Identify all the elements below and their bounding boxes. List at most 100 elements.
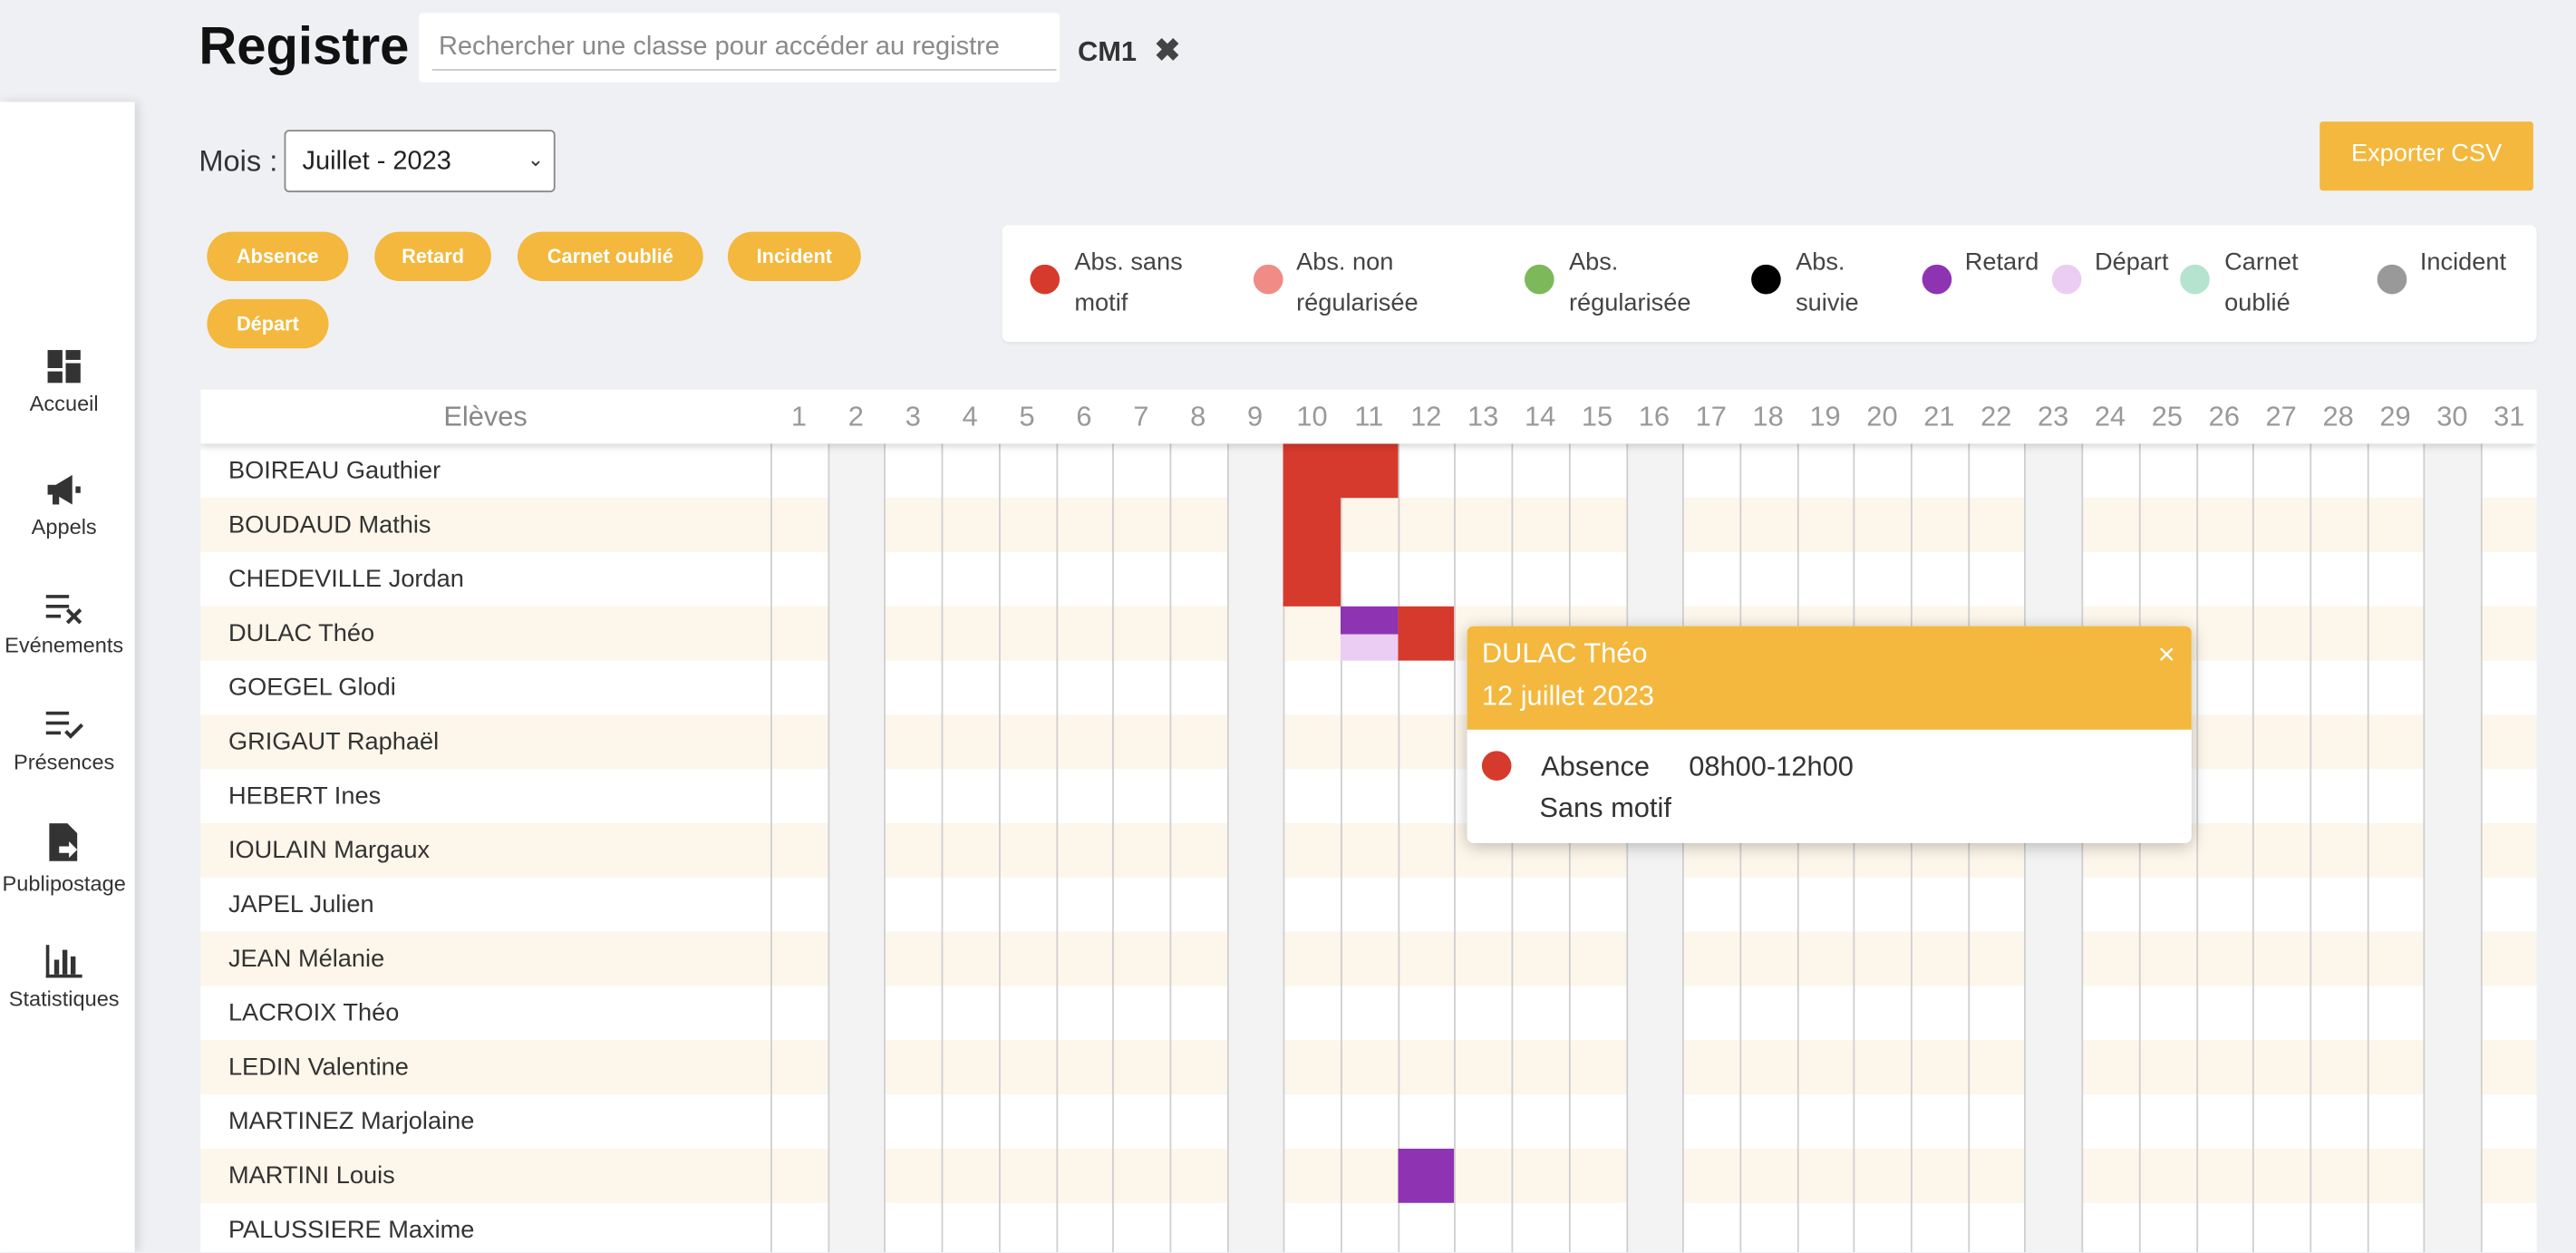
grid-line [1625,443,1628,1253]
grid-header: Elèves 1 2 3 4 5 6 7 8 9 10 11 12 13 14 15 16 17 18 19 20 21… [200,389,2537,444]
day-header: 10 [1296,401,1328,432]
table-row[interactable]: LACROIX Théo [200,986,2537,1041]
grid-line [1568,443,1571,1253]
grid-line [1112,443,1115,1253]
event-mark[interactable] [1283,443,1341,607]
day-header: 24 [2094,401,2126,432]
legend-label: régularisée [1568,289,1691,317]
grid-line [2195,443,2198,1253]
grid-line [1967,443,1970,1253]
grid-line [1341,443,1342,1253]
sidebar-item-label: Evénements [5,632,124,657]
table-row[interactable]: JEAN Mélanie [200,931,2537,986]
legend-dot [2180,264,2210,295]
grid-line [1169,443,1172,1253]
legend-dot [1030,264,1060,295]
student-name: GRIGAUT Raphaël [228,727,440,756]
event-detail-popup: DULAC Théo 12 juillet 2023 × Absence 08h… [1467,626,2192,843]
legend-label: Abs. sans [1074,248,1183,277]
grid-line [1055,443,1058,1253]
weekend-column [1226,443,1284,1253]
day-header: 6 [1076,401,1092,432]
export-csv-button[interactable]: Exporter CSV [2319,121,2533,191]
weekend-column [2024,443,2082,1253]
day-header: 9 [1247,401,1264,432]
filter-incident-button[interactable]: Incident [727,231,861,281]
grid-line [2138,443,2141,1253]
legend-label: Carnet [2224,248,2299,277]
month-label: Mois : [199,144,278,178]
filter-absence-button[interactable]: Absence [207,231,349,281]
table-row[interactable]: JAPEL Julien [200,877,2537,932]
legend-label: oublié [2224,289,2290,317]
grid-line [1226,443,1229,1253]
legend-item: Retard [1965,241,2039,282]
mail-merge-icon [49,823,78,861]
selected-class-chip: CM1 ✖ [1078,33,1180,71]
day-header: 14 [1524,401,1556,432]
event-mark[interactable] [1397,1148,1455,1203]
month-select[interactable]: Juillet - 2023 ⌄ [284,130,556,193]
table-row[interactable]: MARTINEZ Marjolaine [200,1094,2537,1149]
popup-status-dot [1481,751,1512,781]
student-name: LEDIN Valentine [228,1053,409,1082]
selected-class-label: CM1 [1078,35,1138,68]
close-icon[interactable]: × [2158,637,2175,672]
sidebar-item-statistiques[interactable]: Statistiques [0,943,128,1011]
students-column-header: Elèves [443,401,528,432]
weekend-column [827,443,885,1253]
day-header: 28 [2322,401,2354,432]
class-search-input[interactable] [431,26,1057,71]
filter-depart-button[interactable]: Départ [207,298,329,349]
table-row[interactable]: PALUSSIERE Maxime [200,1202,2537,1253]
grid-line [1454,443,1457,1253]
table-row[interactable]: MARTINI Louis [200,1148,2537,1203]
day-header: 23 [2037,401,2069,432]
grid-line [2367,443,2368,1253]
day-header: 12 [1410,401,1442,432]
sidebar-item-appels[interactable]: Appels [0,471,128,539]
student-name: MARTINEZ Marjolaine [228,1107,475,1136]
event-mark[interactable] [1341,443,1398,499]
sidebar-item-evenements[interactable]: Evénements [0,590,128,657]
table-row[interactable]: LEDIN Valentine [200,1040,2537,1095]
day-header: 26 [2208,401,2240,432]
legend-dot [2051,264,2082,295]
day-header: 30 [2436,401,2468,432]
bar-chart-icon [45,945,82,978]
filter-carnet-oublie-button[interactable]: Carnet oublié [517,231,703,281]
legend-dot [1525,264,1554,295]
remove-class-icon[interactable]: ✖ [1155,33,1181,71]
student-name: BOUDAUD Mathis [228,510,431,539]
student-name: LACROIX Théo [228,999,400,1027]
grid-line [2480,443,2483,1253]
grid-line [2081,443,2084,1253]
day-header: 19 [1809,401,1841,432]
legend-label: Incident [2419,248,2507,277]
weekend-column [1625,443,1683,1253]
sidebar-item-label: Statistiques [8,986,120,1011]
filter-retard-button[interactable]: Retard [374,231,491,281]
popup-date: 12 juillet 2023 [1481,680,1655,712]
attendance-check-icon [45,711,84,739]
day-header: 4 [962,401,978,432]
sidebar-item-label: Accueil [29,391,99,416]
student-name: BOIREAU Gauthier [228,456,441,485]
sidebar-item-accueil[interactable]: Accueil [0,348,128,416]
day-header: 20 [1866,401,1898,432]
table-row[interactable]: CHEDEVILLE Jordan [200,552,2537,607]
grid-line [998,443,1001,1253]
sidebar-item-presences[interactable]: Présences [0,706,128,774]
event-mark[interactable] [1397,606,1455,661]
event-mark[interactable] [1341,633,1398,661]
sidebar-item-publipostage[interactable]: Publipostage [0,821,128,896]
event-mark[interactable] [1341,606,1398,634]
popup-event-type: Absence [1541,751,1651,782]
legend-label: suivie [1796,289,1859,317]
grid-line [770,443,772,1253]
table-row[interactable]: BOUDAUD Mathis [200,498,2537,552]
grid-line [1910,443,1913,1253]
sidebar-item-label: Publipostage [2,870,126,896]
legend-dot [1253,264,1283,295]
legend-dot [1922,264,1952,295]
